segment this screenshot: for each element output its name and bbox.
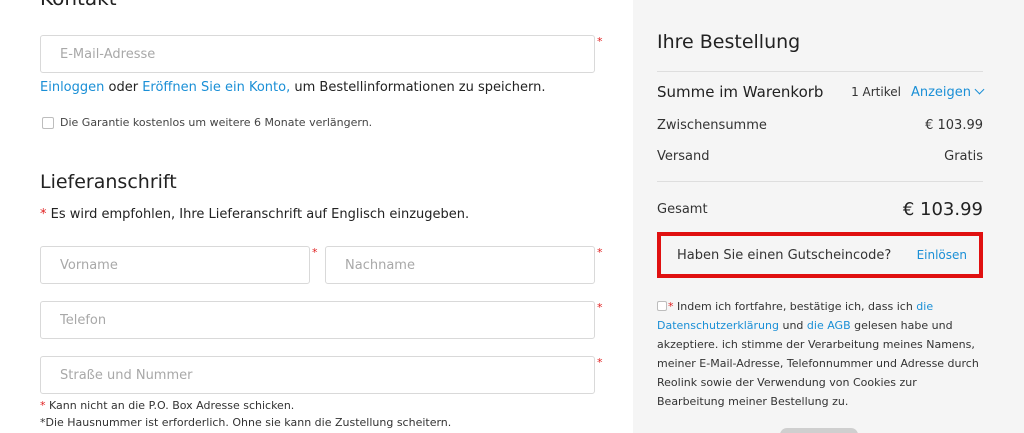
phone-input[interactable] — [41, 302, 594, 338]
street-field[interactable] — [40, 356, 595, 394]
order-summary-panel: Ihre Bestellung Summe im Warenkorb 1 Art… — [633, 0, 1024, 433]
required-marker: * — [597, 35, 603, 48]
show-items-link[interactable]: Anzeigen — [910, 84, 985, 100]
item-count: 1 Artikel — [851, 85, 901, 99]
required-marker: * — [312, 246, 318, 259]
login-or-text: oder — [104, 80, 143, 95]
terms-link[interactable]: die AGB — [807, 319, 851, 332]
firstname-field[interactable] — [40, 246, 310, 284]
subtotal-row: Zwischensumme € 103.99 — [657, 116, 983, 134]
shipping-hint-text: Es wird empfohlen, Ihre Lieferanschrift … — [46, 207, 470, 222]
subtotal-value: € 103.99 — [925, 117, 983, 133]
required-marker: * — [597, 246, 603, 259]
shipping-cost-row: Versand Gratis — [657, 147, 983, 165]
shipping-heading: Lieferanschrift — [40, 171, 177, 193]
contact-heading: Kontakt — [40, 0, 117, 10]
login-suffix-text: um Bestellinformationen zu speichern. — [290, 80, 546, 95]
consent-text: * Indem ich fortfahre, bestätige ich, da… — [657, 297, 987, 411]
housenumber-note: *Die Hausnummer ist erforderlich. Ohne s… — [40, 416, 452, 429]
consent-part2: und — [778, 319, 807, 332]
chevron-down-icon — [974, 84, 985, 94]
phone-field[interactable] — [40, 301, 595, 339]
redeem-coupon-link[interactable]: Einlösen — [917, 248, 967, 262]
email-field[interactable] — [40, 35, 595, 73]
warranty-option[interactable]: Die Garantie kostenlos um weitere 6 Mona… — [42, 116, 372, 129]
consent-checkbox[interactable] — [657, 301, 667, 311]
consent-part1: Indem ich fortfahre, bestätige ich, dass… — [673, 300, 917, 313]
total-row: Gesamt € 103.99 — [657, 197, 983, 221]
warranty-checkbox[interactable] — [42, 116, 54, 129]
login-line: Einloggen oder Eröffnen Sie ein Konto, u… — [40, 80, 546, 95]
consent-part3: gelesen habe und akzeptiere. ich stimme … — [657, 319, 979, 408]
divider — [657, 71, 983, 72]
checkout-form: Kontakt * Einloggen oder Eröffnen Sie ei… — [0, 0, 632, 433]
total-value: € 103.99 — [902, 198, 983, 220]
shipping-hint: * Es wird empfohlen, Ihre Lieferanschrif… — [40, 207, 469, 222]
required-marker: * — [597, 301, 603, 314]
lastname-field[interactable] — [325, 246, 595, 284]
shipping-cost-label: Versand — [657, 148, 710, 164]
pobox-note: * Kann nicht an die P.O. Box Adresse sch… — [40, 399, 294, 412]
order-heading: Ihre Bestellung — [657, 31, 801, 53]
register-link[interactable]: Eröffnen Sie ein Konto, — [142, 80, 290, 95]
firstname-input[interactable] — [41, 247, 309, 283]
place-order-button[interactable] — [780, 428, 858, 433]
divider — [657, 181, 983, 182]
lastname-input[interactable] — [326, 247, 594, 283]
total-label: Gesamt — [657, 201, 708, 217]
street-input[interactable] — [41, 357, 594, 393]
shipping-cost-value: Gratis — [944, 148, 983, 164]
coupon-box: Haben Sie einen Gutscheincode? Einlösen — [657, 232, 983, 278]
cart-label: Summe im Warenkorb — [657, 83, 824, 101]
email-input[interactable] — [41, 36, 594, 72]
warranty-label: Die Garantie kostenlos um weitere 6 Mona… — [60, 116, 373, 129]
login-link[interactable]: Einloggen — [40, 80, 104, 95]
show-items-label: Anzeigen — [910, 84, 971, 100]
required-marker: * — [597, 356, 603, 369]
cart-summary-row: Summe im Warenkorb 1 Artikel Anzeigen — [657, 82, 985, 102]
coupon-question: Haben Sie einen Gutscheincode? — [677, 247, 892, 263]
pobox-note-text: Kann nicht an die P.O. Box Adresse schic… — [45, 399, 295, 412]
subtotal-label: Zwischensumme — [657, 117, 767, 133]
